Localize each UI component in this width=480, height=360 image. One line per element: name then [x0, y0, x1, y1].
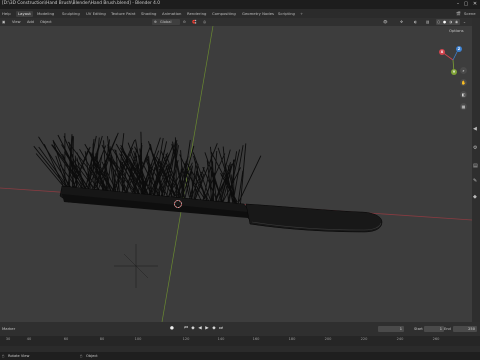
jump-end-icon[interactable]: ⏭ [218, 326, 224, 332]
brush-handle [245, 203, 383, 233]
viewport-gizmo-toggle-icon[interactable]: ✥ [400, 20, 403, 25]
start-frame-field[interactable]: 1 [424, 326, 444, 332]
next-keyframe-icon[interactable]: ◆ [211, 326, 217, 332]
bristle [52, 139, 82, 188]
ruler-tick: 80 [99, 337, 105, 341]
pivot-icon[interactable]: ⊙ [183, 20, 186, 25]
status-rotate-view: Rotate View [8, 353, 30, 358]
menu-help[interactable]: Help [0, 11, 13, 17]
orientation-value: Global [160, 19, 172, 24]
ruler-tick: 240 [396, 337, 404, 341]
mouse-middle-icon: 🖱 [2, 353, 5, 358]
visibility-icon[interactable]: 👁 [383, 20, 388, 25]
wireframe-shading-icon[interactable]: ○ [437, 20, 440, 25]
mouse-right-icon: 🖱 [80, 353, 83, 358]
prev-keyframe-icon[interactable]: ◆ [190, 326, 196, 332]
tab-sculpting[interactable]: Sculpting [60, 11, 82, 17]
shading-modes: ○ ● ◑ ◉ [436, 19, 460, 25]
timeline-header: Marker ● ⏮ ◆ ◀ ▶ ◆ ⏭ 1 Start 1 End 250 [0, 322, 480, 336]
current-frame-field[interactable]: 1 [378, 326, 404, 332]
menu-object[interactable]: Object [40, 20, 52, 25]
xray-icon[interactable]: ▧ [426, 20, 429, 25]
ruler-tick: 30 [5, 337, 11, 341]
zoom-icon[interactable]: ⌕ [460, 67, 467, 74]
tab-modeling[interactable]: Modeling [35, 11, 56, 17]
tab-rendering[interactable]: Rendering [185, 11, 208, 17]
menu-add[interactable]: Add [27, 20, 34, 25]
perspective-toggle-icon[interactable]: ▦ [460, 103, 467, 110]
bristle [38, 146, 68, 187]
title-bar: [D:\3D Construction\Hand Brush\Blender\H… [0, 0, 480, 9]
end-frame-field[interactable]: 250 [453, 326, 477, 332]
3d-viewport[interactable]: Options X Y Z ⌕ ✋ ◧ ▦ [0, 26, 472, 322]
jump-start-icon[interactable]: ⏮ [183, 326, 189, 332]
solid-shading-icon[interactable]: ● [443, 20, 446, 25]
orientation-icon: ⊕ [154, 19, 158, 24]
ruler-tick: 160 [252, 337, 260, 341]
ruler-tick: 120 [182, 337, 190, 341]
viewport-scene [0, 26, 472, 322]
end-label: End [444, 327, 451, 331]
viewport-header: ▣ View Add Object ⊕ Global ⊙ 🧲 ◎ 👁 ✥ ◐ ▧… [0, 18, 480, 26]
window-title: [D:\3D Construction\Hand Brush\Blender\H… [2, 1, 160, 6]
sidebar-tab-extra-icon[interactable]: ◆ [473, 194, 477, 200]
tab-layout[interactable]: Layout [16, 10, 33, 17]
top-bar: Help Layout Modeling Sculpting UV Editin… [0, 9, 480, 18]
record-icon[interactable]: ● [169, 326, 175, 332]
camera-view-icon[interactable]: ◧ [460, 91, 467, 98]
overlays-icon[interactable]: ◐ [414, 20, 417, 25]
gizmo-z-axis[interactable]: Z [456, 46, 462, 52]
tab-animation[interactable]: Animation [160, 11, 183, 17]
tab-geometry-nodes[interactable]: Geometry Nodes [240, 11, 276, 17]
ruler-tick: 60 [63, 337, 69, 341]
play-reverse-icon[interactable]: ◀ [197, 326, 203, 332]
timeline-ruler[interactable]: 30 40 60 80 100 120 140 160 180 200 220 … [0, 336, 480, 346]
sidebar-tab-edit-icon[interactable]: ✎ [473, 178, 477, 184]
status-bar: 🖱 Rotate View 🖱 Object [0, 352, 480, 360]
add-workspace-icon[interactable]: + [298, 11, 305, 17]
sidebar-tab-view-icon[interactable]: ▤ [473, 163, 478, 169]
rendered-shading-icon[interactable]: ◉ [455, 20, 458, 25]
ruler-tick: 220 [360, 337, 368, 341]
sidebar-tab-tool-icon[interactable]: ⚙ [473, 145, 477, 151]
minimize-icon[interactable]: – [455, 1, 461, 7]
proportional-edit-icon[interactable]: ◎ [203, 20, 206, 25]
ruler-tick: 40 [26, 337, 32, 341]
gizmo-y-axis[interactable]: Y [451, 69, 457, 75]
close-icon[interactable]: ✕ [472, 1, 478, 7]
gizmo-x-axis[interactable]: X [439, 49, 445, 55]
tab-shading[interactable]: Shading [139, 11, 158, 17]
menu-view[interactable]: View [12, 20, 21, 25]
ruler-tick: 100 [134, 337, 142, 341]
sidebar-tabs [472, 18, 480, 322]
pan-hand-icon[interactable]: ✋ [460, 79, 467, 86]
editor-type-icon[interactable]: ▣ [2, 20, 5, 25]
orientation-dropdown[interactable]: ⊕ Global [152, 19, 180, 25]
status-object: Object [86, 353, 98, 358]
empty-object-crosshair [114, 244, 158, 288]
ruler-tick: 180 [288, 337, 296, 341]
scene-name[interactable]: Scene [462, 11, 478, 17]
snap-icon[interactable]: 🧲 [192, 20, 196, 25]
material-shading-icon[interactable]: ◑ [449, 20, 452, 25]
tab-uv-editing[interactable]: UV Editing [84, 11, 108, 17]
shading-options-chevron-icon[interactable]: ⌄ [463, 20, 466, 25]
ruler-tick: 200 [324, 337, 332, 341]
start-label: Start [414, 327, 423, 331]
maximize-icon[interactable]: ▢ [463, 1, 469, 7]
tab-compositing[interactable]: Compositing [210, 11, 238, 17]
play-icon[interactable]: ▶ [204, 326, 210, 332]
bristle [240, 143, 247, 204]
sidebar-tab-item-icon[interactable]: ◀ [473, 126, 477, 132]
tab-texture-paint[interactable]: Texture Paint [109, 11, 138, 17]
ruler-tick: 260 [432, 337, 440, 341]
marker-menu[interactable]: Marker [2, 326, 15, 331]
tab-scripting[interactable]: Scripting [276, 11, 297, 17]
ruler-tick: 140 [217, 337, 225, 341]
